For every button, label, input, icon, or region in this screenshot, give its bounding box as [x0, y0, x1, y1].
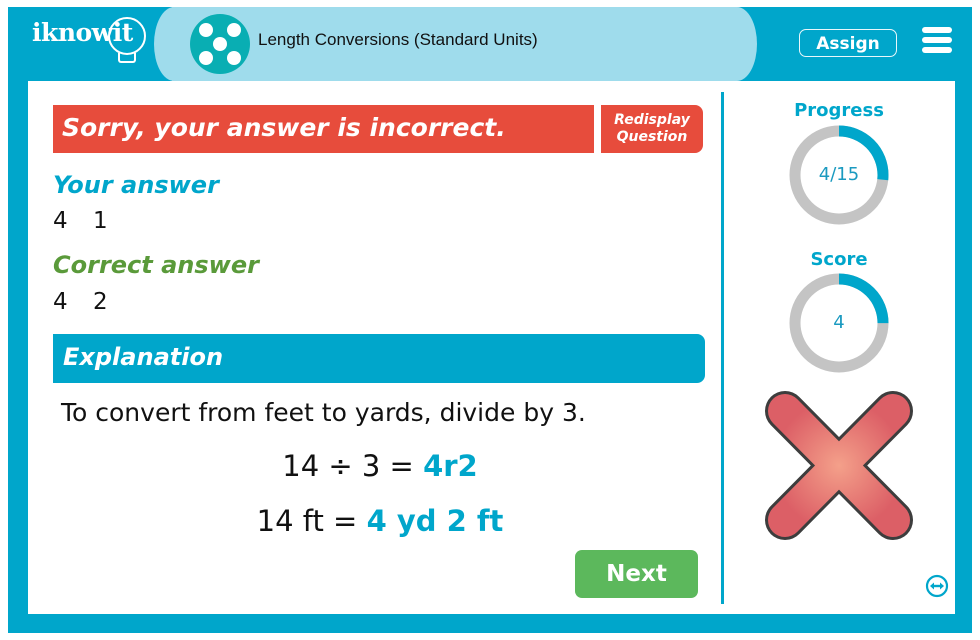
lightbulb-base-icon [118, 53, 136, 63]
incorrect-message: Sorry, your answer is incorrect. [62, 113, 506, 142]
correct-answer-label: Correct answer [53, 251, 259, 279]
equation-division-result: 4r2 [423, 449, 478, 483]
progress-label: Progress [794, 100, 884, 121]
your-answer-value: 4 1 [53, 208, 108, 234]
redisplay-label-line1: Redisplay [614, 112, 690, 128]
explanation-text: To convert from feet to yards, divide by… [61, 398, 586, 427]
dice-five-icon [190, 14, 250, 74]
equation-conversion: 14 ft = 4 yd 2 ft [20, 504, 740, 538]
redisplay-label-line2: Question [616, 129, 688, 145]
red-x-icon [765, 391, 913, 540]
lightbulb-icon [108, 17, 146, 55]
swap-arrows-icon[interactable] [925, 574, 949, 598]
assign-button[interactable]: Assign [799, 29, 897, 57]
hamburger-menu-icon[interactable] [922, 27, 952, 53]
progress-value: 4/15 [818, 164, 860, 185]
app-title: Length Conversions (Standard Units) [258, 30, 538, 49]
explanation-title: Explanation [63, 343, 224, 371]
redisplay-question-button[interactable]: Redisplay Question [601, 105, 703, 153]
your-answer-label: Your answer [53, 171, 219, 199]
equation-conversion-left: 14 ft = [256, 504, 367, 538]
equation-division-left: 14 ÷ 3 = [282, 449, 424, 483]
score-label: Score [810, 249, 868, 270]
equation-division: 14 ÷ 3 = 4r2 [20, 449, 740, 483]
equation-conversion-result: 4 yd 2 ft [366, 504, 504, 538]
correct-answer-value: 4 2 [53, 289, 108, 315]
score-value: 4 [833, 312, 845, 333]
next-button[interactable]: Next [575, 550, 698, 598]
